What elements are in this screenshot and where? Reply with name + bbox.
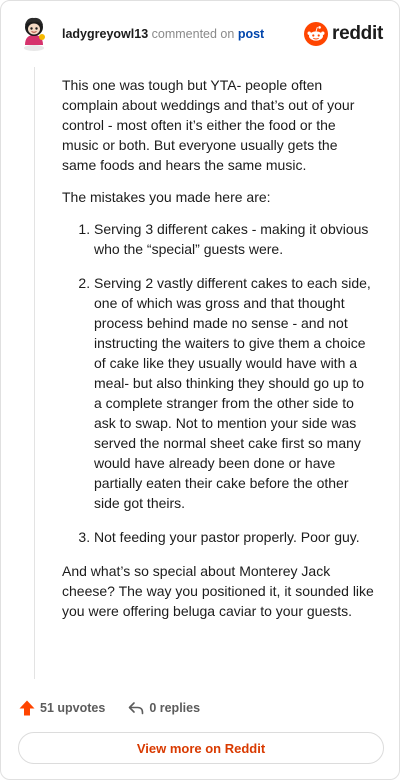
reply-button[interactable]: 0 replies [127, 699, 200, 717]
byline-action-text: commented on [151, 27, 235, 41]
user-avatar[interactable] [18, 15, 50, 51]
reply-arrow-icon [129, 702, 144, 715]
view-more-on-reddit-button[interactable]: View more on Reddit [18, 732, 384, 764]
reddit-logo-icon [304, 22, 329, 46]
comment-closing-paragraph: And what’s so special about Monterey Jac… [62, 563, 374, 619]
comment-actions: 51 upvotes 0 replies [18, 698, 222, 718]
snoo-avatar-icon [24, 17, 45, 51]
comment-paragraph-2: The mistakes you made here are: [62, 189, 271, 205]
comment-body: This one was tough but YTA- people often… [62, 75, 374, 633]
comment-paragraph-1: This one was tough but YTA- people often… [62, 77, 355, 173]
upvote-count: 51 upvotes [40, 701, 106, 715]
mistakes-list: Serving 3 different cakes - making it ob… [62, 219, 374, 547]
list-item: Serving 2 vastly different cakes to each… [94, 273, 374, 513]
list-item: Serving 3 different cakes - making it ob… [94, 219, 374, 259]
reply-count: 0 replies [149, 701, 201, 715]
comment-byline: ladygreyowl13 commented on post [62, 27, 264, 41]
username-link[interactable]: ladygreyowl13 [62, 27, 148, 41]
reddit-brand-link[interactable]: reddit [304, 22, 383, 46]
upvote-button[interactable]: 51 upvotes [18, 699, 105, 717]
list-item: Not feeding your pastor properly. Poor g… [94, 527, 374, 547]
post-link[interactable]: post [238, 27, 264, 41]
reddit-wordmark: reddit [332, 23, 383, 44]
embedded-comment-card: ladygreyowl13 commented on post reddit T… [0, 0, 400, 780]
thread-line [34, 67, 35, 679]
upvote-arrow-icon [19, 700, 35, 716]
comment-header: ladygreyowl13 commented on post reddit [18, 15, 383, 55]
